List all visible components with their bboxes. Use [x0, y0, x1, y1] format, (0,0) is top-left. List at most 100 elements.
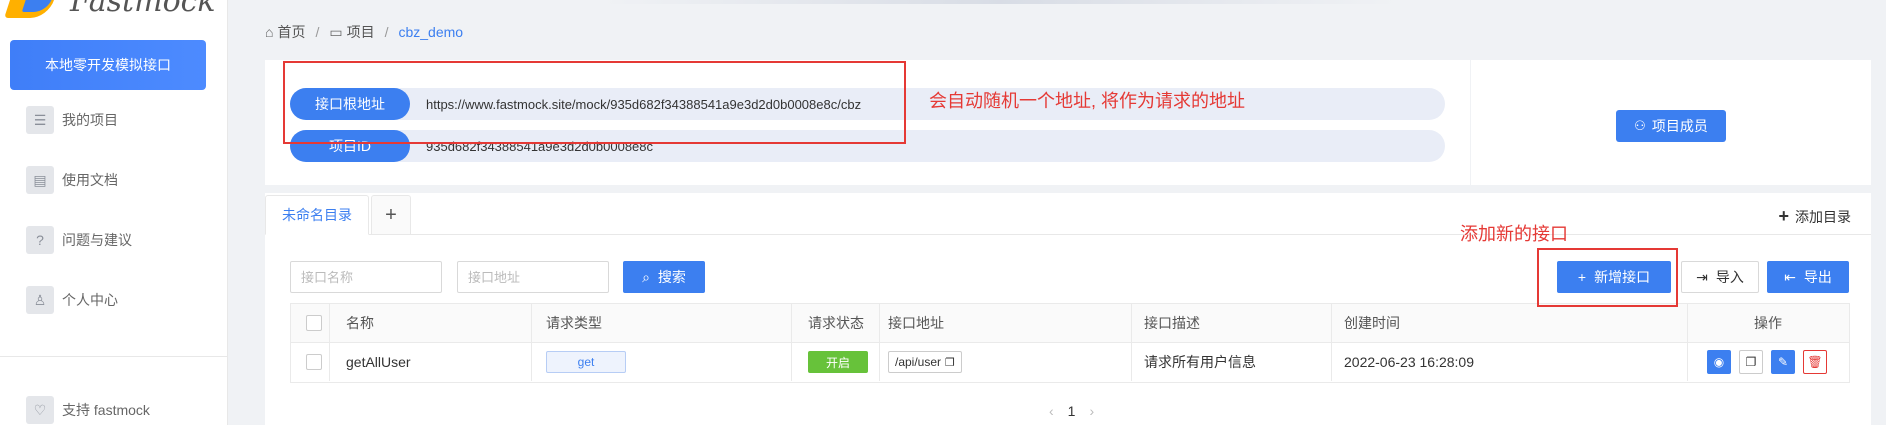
table-header: 名称 请求类型 请求状态 接口地址 接口描述 创建时间 操作	[290, 303, 1850, 343]
plus-icon: +	[1778, 206, 1789, 226]
export-button[interactable]: ⇤ 导出	[1767, 261, 1849, 293]
tab-unnamed-directory[interactable]: 未命名目录	[265, 195, 369, 235]
sidebar-item-profile[interactable]: ♙ 个人中心	[26, 285, 118, 315]
add-directory-label: 添加目录	[1795, 208, 1851, 225]
edit-icon: ✎	[1777, 355, 1789, 369]
sidebar-item-feedback[interactable]: ? 问题与建议	[26, 225, 132, 255]
copy-api-button[interactable]: ❐	[1739, 350, 1763, 374]
path-tag[interactable]: /api/user ❐	[888, 351, 962, 373]
import-button[interactable]: ⇥ 导入	[1681, 261, 1759, 293]
method-tag: get	[546, 351, 626, 373]
api-name-search-input[interactable]	[290, 261, 442, 293]
sidebar-item-label: 支持 fastmock	[62, 402, 150, 418]
list-icon: ☰	[26, 106, 54, 134]
api-path-search-input[interactable]	[457, 261, 609, 293]
prev-page-icon[interactable]: ‹	[1049, 403, 1054, 419]
row-checkbox[interactable]	[306, 354, 322, 370]
row-name: getAllUser	[346, 354, 411, 370]
sidebar-divider	[0, 356, 228, 357]
copy-icon: ❐	[1745, 355, 1757, 369]
breadcrumb-project[interactable]: 项目	[347, 22, 375, 42]
row-method-cell: get	[546, 343, 626, 381]
next-page-icon[interactable]: ›	[1089, 403, 1094, 419]
member-card: ⚇ 项目成员	[1471, 60, 1871, 185]
home-icon: ⌂	[265, 24, 274, 40]
copy-icon[interactable]: ❐	[945, 356, 955, 369]
column-separator	[1131, 343, 1132, 381]
annotation-box-new-api	[1537, 248, 1678, 307]
project-members-label: 项目成员	[1651, 118, 1708, 134]
row-created: 2022-06-23 16:28:09	[1344, 354, 1474, 370]
logo[interactable]: Fastmock	[0, 0, 228, 30]
header-path: 接口地址	[888, 315, 944, 331]
column-separator	[1131, 304, 1132, 342]
export-icon: ⇤	[1784, 268, 1796, 285]
row-desc: 请求所有用户信息	[1144, 354, 1256, 370]
search-button-label: 搜索	[657, 269, 686, 285]
column-separator	[1331, 343, 1332, 381]
sidebar-item-label: 问题与建议	[62, 232, 132, 248]
api-panel: 未命名目录 + + 添加目录 ⌕ 搜索 + 新增接口 ⇥ 导入 ⇤ 导出 名称 …	[265, 193, 1871, 425]
current-page[interactable]: 1	[1068, 403, 1076, 419]
members-icon: ⚇	[1634, 118, 1646, 133]
sidebar-item-my-projects[interactable]: ☰ 我的项目	[26, 105, 118, 135]
annotation-add-api-note: 添加新的接口	[1460, 224, 1568, 244]
annotation-box-root-url	[283, 61, 906, 144]
breadcrumb: ⌂ 首页 / ▭ 项目 / cbz_demo	[265, 22, 463, 42]
heart-icon: ♡	[26, 396, 54, 424]
pagination: ‹ 1 ›	[1035, 403, 1108, 419]
sidebar-item-label: 个人中心	[62, 292, 118, 308]
breadcrumb-separator: /	[315, 24, 320, 40]
sidebar: Fastmock 本地零开发模拟接口 ☰ 我的项目 ▤ 使用文档 ? 问题与建议…	[0, 0, 228, 425]
search-button[interactable]: ⌕ 搜索	[623, 261, 705, 293]
api-table: 名称 请求类型 请求状态 接口地址 接口描述 创建时间 操作 getAllUse…	[290, 303, 1850, 383]
header-name: 名称	[346, 315, 374, 331]
select-all-checkbox-cell	[306, 304, 322, 342]
sidebar-item-support[interactable]: ♡ 支持 fastmock	[26, 395, 150, 425]
sidebar-item-label: 我的项目	[62, 112, 118, 128]
project-members-button[interactable]: ⚇ 项目成员	[1616, 110, 1726, 142]
annotation-root-url-note: 会自动随机一个地址, 将作为请求的地址	[929, 91, 1246, 111]
header-desc: 接口描述	[1144, 315, 1200, 331]
top-faded-strip	[600, 0, 1400, 4]
export-label: 导出	[1803, 269, 1832, 285]
column-separator	[1687, 343, 1688, 381]
delete-button[interactable]: 🗑	[1803, 350, 1827, 374]
edit-button[interactable]: ✎	[1771, 350, 1795, 374]
column-separator	[531, 343, 532, 381]
column-separator	[791, 343, 792, 381]
path-text: /api/user	[895, 355, 942, 369]
column-separator	[1687, 304, 1688, 342]
project-icon: ▭	[329, 23, 343, 40]
breadcrumb-separator: /	[384, 24, 389, 40]
header-created: 创建时间	[1344, 315, 1400, 331]
header-operations: 操作	[1754, 315, 1782, 331]
add-directory-button[interactable]: + 添加目录	[1778, 206, 1851, 227]
tabs-bar: 未命名目录 + + 添加目录	[265, 193, 1871, 235]
header-status: 请求状态	[808, 315, 864, 331]
column-separator	[879, 343, 880, 381]
user-icon: ♙	[26, 286, 54, 314]
column-separator	[791, 304, 792, 342]
view-button[interactable]: ◉	[1707, 350, 1731, 374]
status-toggle[interactable]: 开启	[808, 351, 868, 373]
column-separator	[329, 304, 330, 342]
eye-icon: ◉	[1713, 355, 1725, 369]
select-all-checkbox[interactable]	[306, 315, 322, 331]
row-checkbox-cell	[306, 343, 322, 381]
header-method: 请求类型	[546, 315, 602, 331]
breadcrumb-current: cbz_demo	[398, 24, 464, 40]
column-separator	[1331, 304, 1332, 342]
column-separator	[879, 304, 880, 342]
column-separator	[329, 343, 330, 381]
question-icon: ?	[26, 226, 54, 254]
local-mock-button[interactable]: 本地零开发模拟接口	[10, 40, 206, 90]
import-icon: ⇥	[1696, 268, 1708, 285]
sidebar-item-docs[interactable]: ▤ 使用文档	[26, 165, 118, 195]
row-path-cell: /api/user ❐	[888, 343, 962, 381]
trash-icon: 🗑	[1807, 355, 1823, 369]
column-separator	[531, 304, 532, 342]
sidebar-item-label: 使用文档	[62, 172, 118, 188]
add-tab-button[interactable]: +	[371, 195, 411, 235]
breadcrumb-home[interactable]: 首页	[277, 22, 305, 42]
